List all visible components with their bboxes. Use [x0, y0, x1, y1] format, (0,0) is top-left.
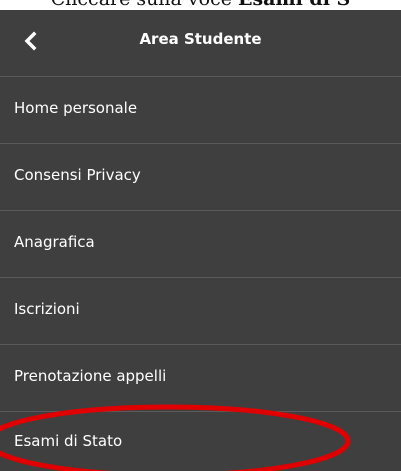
- menu-item-esami-di-stato[interactable]: Esami di Stato: [0, 412, 401, 471]
- menu-item-home-personale[interactable]: Home personale: [0, 77, 401, 144]
- page: Cliccare sulla voce Esami di S Area Stud…: [0, 0, 401, 471]
- menu-item-label: Home personale: [14, 99, 138, 117]
- menu-item-prenotazione-appelli[interactable]: Prenotazione appelli: [0, 345, 401, 412]
- instruction-caption: Cliccare sulla voce Esami di S: [0, 0, 401, 10]
- menu-item-label: Consensi Privacy: [14, 166, 141, 184]
- menu-item-label: Iscrizioni: [14, 300, 80, 318]
- side-menu-panel: Area Studente Home personale Consensi Pr…: [0, 10, 401, 471]
- menu-item-label: Anagrafica: [14, 233, 95, 251]
- menu-item-anagrafica[interactable]: Anagrafica: [0, 211, 401, 278]
- menu-item-label: Prenotazione appelli: [14, 367, 167, 385]
- menu-item-iscrizioni[interactable]: Iscrizioni: [0, 278, 401, 345]
- menu-item-label: Esami di Stato: [14, 432, 123, 450]
- panel-title: Area Studente: [139, 30, 262, 48]
- panel-header: Area Studente: [0, 10, 401, 77]
- menu-item-consensi-privacy[interactable]: Consensi Privacy: [0, 144, 401, 211]
- caption-prefix: Cliccare sulla voce: [51, 0, 238, 10]
- caption-bold: Esami di S: [238, 0, 350, 10]
